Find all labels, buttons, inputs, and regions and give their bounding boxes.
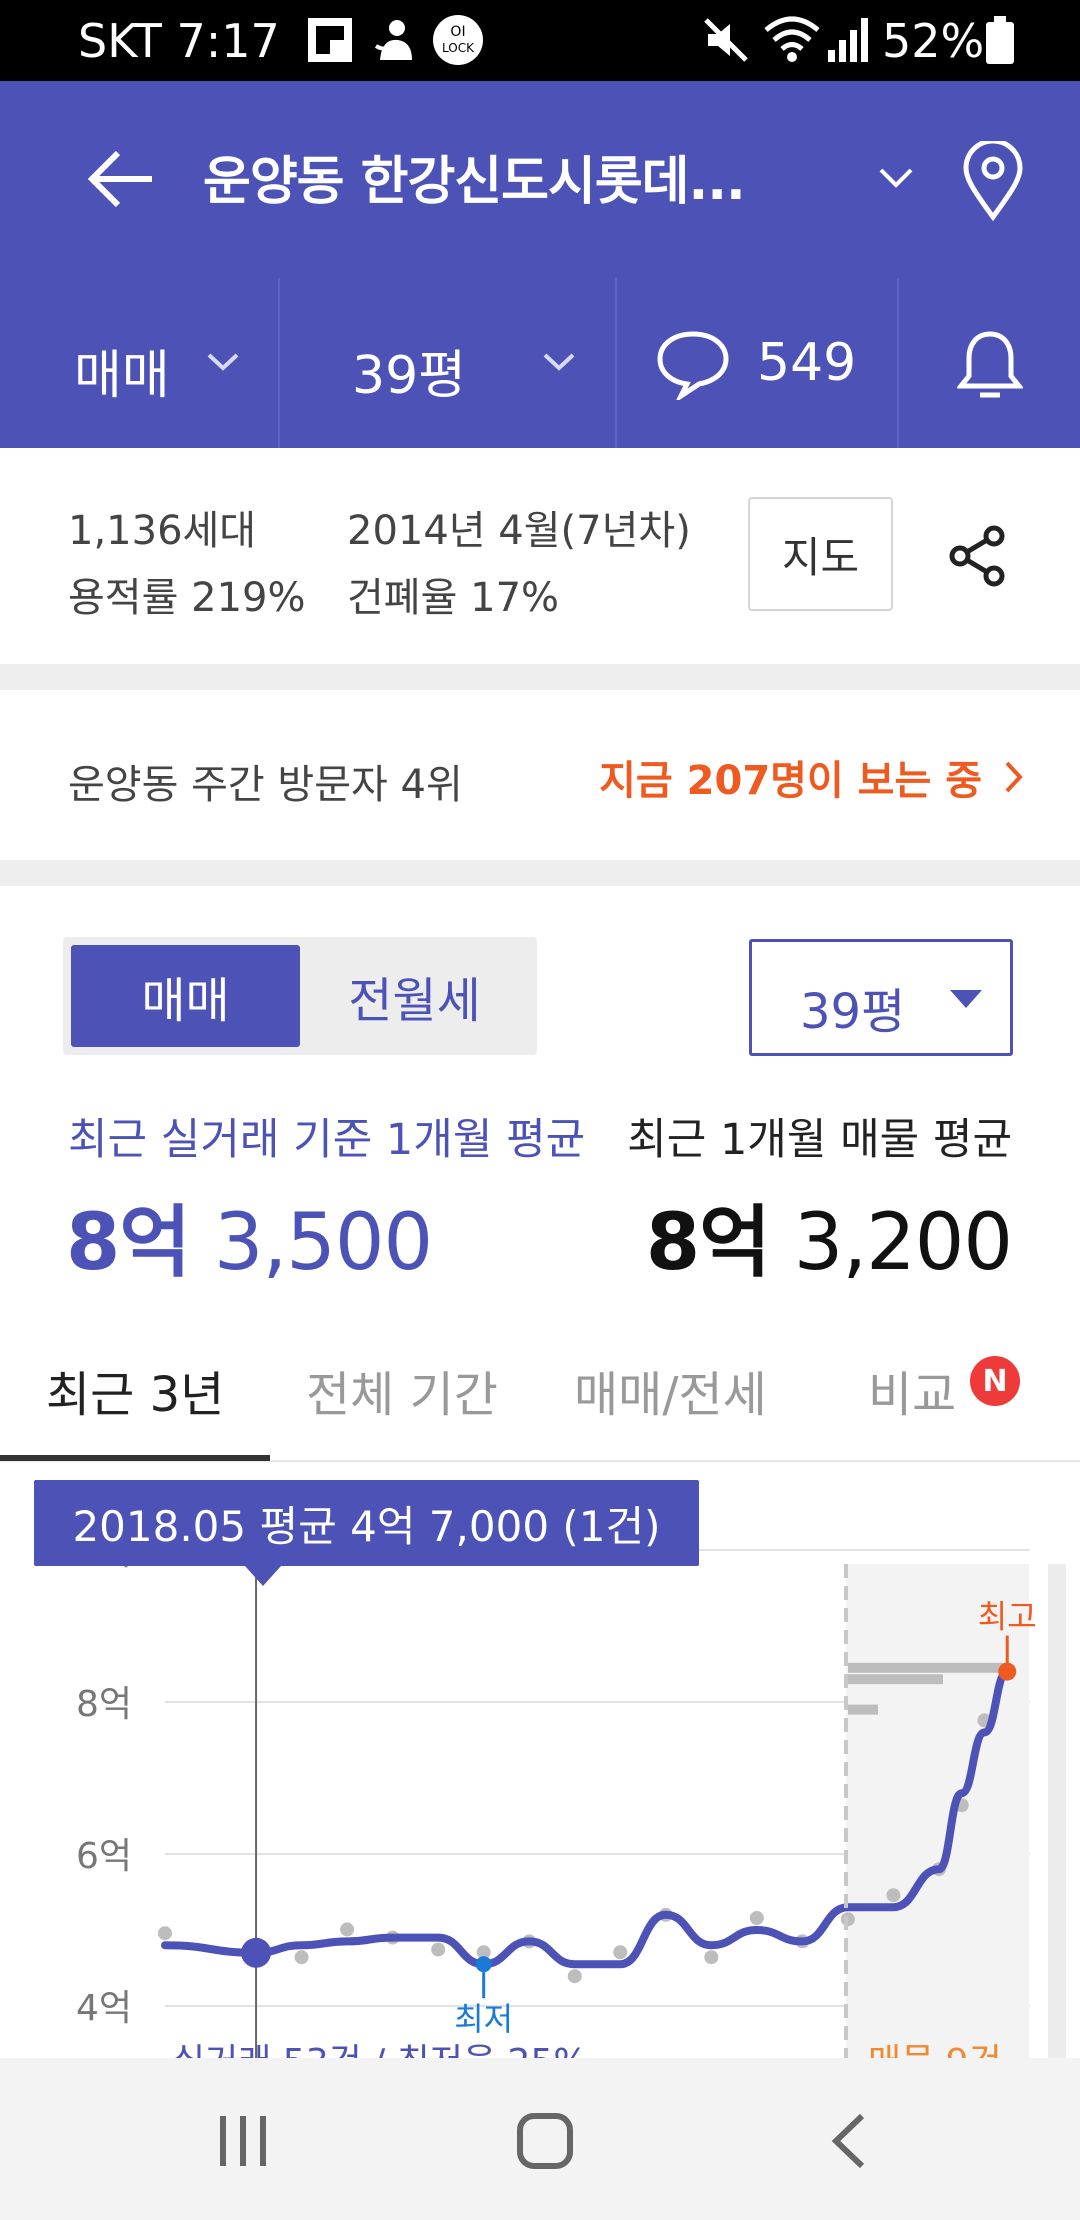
chart-footer-left: 실거래 53건 / 최저율 25%: [172, 2042, 588, 2058]
wifi-icon: [762, 14, 822, 68]
viewing-now-link[interactable]: 지금 207명이 보는 중: [599, 748, 1024, 806]
bell-icon: [955, 328, 1025, 404]
transaction-dot: [886, 1888, 901, 1903]
divider: [0, 664, 1080, 690]
transaction-dot: [613, 1945, 628, 1960]
transaction-dot: [158, 1926, 172, 1941]
transaction-dot: [749, 1911, 764, 1925]
building-coverage-ratio: 건폐율 17%: [347, 575, 560, 621]
recent-transaction-value: 8억 3,500: [66, 1198, 433, 1288]
tab-recent-3-years[interactable]: 최근 3년: [46, 1355, 224, 1425]
mute-icon: [702, 16, 750, 68]
divider: [0, 860, 1080, 886]
chevron-down-icon: [542, 352, 576, 376]
viewing-now-text: 지금 207명이 보는 중: [599, 758, 982, 804]
battery-percent: 52%: [882, 14, 985, 68]
active-tab-indicator: [0, 1455, 270, 1461]
tooltip-tail: [245, 1566, 281, 1586]
listing-zone: [846, 1564, 1029, 2058]
trade-type-segment: 매매 전월세: [63, 937, 537, 1055]
chart-scrollbar: [1048, 1564, 1066, 2058]
listing-average-label: 최근 1개월 매물 평균: [627, 1105, 1012, 1167]
alert-button[interactable]: [899, 278, 1080, 448]
chart-tooltip: 2018.05 평균 4억 7,000 (1건): [34, 1480, 699, 1566]
high-label: 최고: [978, 1598, 1037, 1636]
period-tabs: 최근 3년 전체 기간 매매/전세 비교: [0, 1310, 1080, 1462]
listing-bar: [848, 1674, 943, 1685]
segment-rent[interactable]: 전월세: [300, 945, 529, 1047]
size-filter[interactable]: 39평: [280, 278, 617, 448]
floor-area-ratio: 용적률 219%: [68, 575, 306, 621]
size-select[interactable]: 39평: [749, 939, 1013, 1056]
notification-app-icon: [372, 16, 418, 68]
share-icon[interactable]: [948, 524, 1008, 592]
size-select-value: 39평: [800, 984, 906, 1040]
transaction-dot: [567, 1969, 582, 1984]
high-point: [998, 1662, 1017, 1681]
svg-text:OI: OI: [450, 24, 465, 40]
status-bar: SKT 7:17 OI LOCK 52%: [0, 0, 1080, 81]
complex-info: 1,136세대 2014년 4월(7년차) 용적률 219% 건폐율 17% 지…: [0, 448, 1080, 664]
recent-transaction-label: 최근 실거래 기준 1개월 평균: [68, 1115, 586, 1165]
comment-count: 549: [757, 333, 857, 393]
listing-bar: [848, 1662, 1008, 1673]
oi-lock-icon: OI LOCK: [432, 14, 484, 70]
svg-text:LOCK: LOCK: [442, 41, 475, 55]
new-badge: N: [970, 1356, 1020, 1406]
chevron-down-icon[interactable]: [878, 167, 914, 193]
chevron-right-icon: [1004, 758, 1024, 804]
back-arrow-icon[interactable]: [86, 149, 156, 213]
listing-average-value: 8억 3,200: [645, 1198, 1013, 1288]
transaction-dot: [340, 1922, 355, 1937]
transaction-dot: [704, 1950, 719, 1965]
recent-apps-icon[interactable]: [218, 2116, 270, 2170]
chart-y-axis: 10억8억6억4억: [53, 1532, 132, 2029]
signal-icon: [826, 16, 870, 68]
system-nav-bar: [0, 2058, 1080, 2220]
y-tick-label: 4억: [76, 1988, 132, 2029]
build-year: 2014년 4월(7년차): [347, 508, 691, 554]
chevron-down-icon: [206, 352, 240, 376]
trade-type-label: 매매: [74, 346, 170, 406]
comments-button[interactable]: 549: [617, 278, 899, 448]
map-button[interactable]: 지도: [748, 497, 893, 611]
tab-sale-jeonse[interactable]: 매매/전세: [574, 1355, 767, 1425]
low-point: [475, 1956, 492, 1973]
status-time: SKT 7:17: [78, 14, 280, 68]
trade-type-filter[interactable]: 매매: [0, 278, 280, 448]
filter-bar: 매매 39평 549: [0, 278, 1080, 448]
page-title[interactable]: 운양동 한강신도시롯데...: [203, 139, 746, 214]
low-label: 최저: [454, 2000, 513, 2038]
segment-sale[interactable]: 매매: [71, 945, 300, 1047]
dropdown-triangle-icon: [950, 990, 982, 1008]
chart-footer-right: 매물 9건: [868, 2042, 1002, 2058]
tab-all-period[interactable]: 전체 기간: [306, 1355, 498, 1425]
tab-compare[interactable]: 비교: [868, 1355, 956, 1425]
flipboard-icon: [308, 18, 352, 66]
size-label: 39평: [352, 346, 467, 406]
selected-point: [241, 1937, 272, 1968]
listing-bar: [848, 1704, 878, 1715]
visitor-banner[interactable]: 운양동 주간 방문자 4위 지금 207명이 보는 중: [0, 690, 1080, 860]
home-icon[interactable]: [516, 2112, 574, 2174]
transaction-dot: [431, 1942, 446, 1957]
y-tick-label: 6억: [76, 1836, 132, 1877]
app-header: 운양동 한강신도시롯데...: [0, 81, 1080, 278]
households: 1,136세대: [68, 508, 257, 554]
location-pin-icon[interactable]: [962, 138, 1024, 225]
speech-bubble-icon: [655, 328, 731, 404]
visitor-rank: 운양동 주간 방문자 4위: [68, 762, 463, 808]
back-icon[interactable]: [830, 2112, 866, 2174]
transaction-dot: [294, 1950, 309, 1965]
battery-icon: [986, 16, 1014, 68]
y-tick-label: 8억: [76, 1684, 132, 1725]
